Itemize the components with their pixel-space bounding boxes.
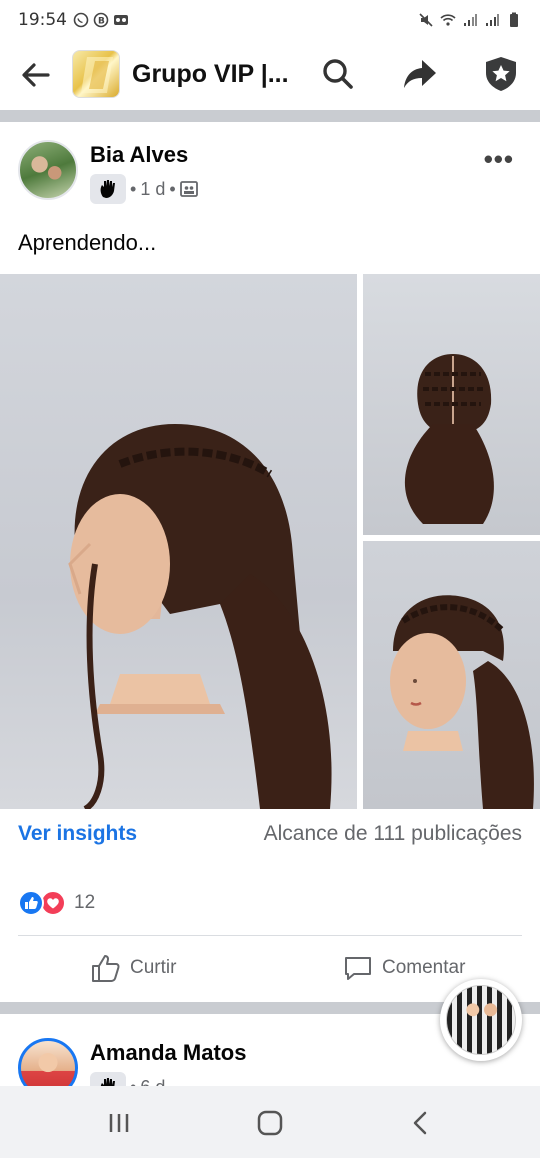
- post-text: Aprendendo...: [18, 230, 157, 255]
- app-bar: Grupo VIP |...: [0, 40, 540, 110]
- more-options-icon[interactable]: •••: [484, 144, 514, 175]
- member-badge-icon[interactable]: [90, 174, 126, 204]
- svg-text:B: B: [98, 17, 105, 27]
- battery-icon: [510, 12, 518, 27]
- post-author[interactable]: Bia Alves: [90, 142, 188, 168]
- like-button[interactable]: Curtir: [90, 952, 176, 984]
- meta-separator: •: [169, 178, 176, 199]
- back-arrow-icon[interactable]: [18, 57, 54, 93]
- post-photo[interactable]: [363, 274, 540, 535]
- post-author[interactable]: Amanda Matos: [90, 1040, 246, 1066]
- post-divider: [18, 935, 522, 936]
- post-photo[interactable]: [363, 541, 540, 809]
- reactions-summary[interactable]: 12: [18, 890, 95, 916]
- post-reach: Alcance de 111 publicações: [263, 822, 522, 845]
- signal-icon: [486, 14, 499, 26]
- author-avatar[interactable]: [18, 140, 78, 200]
- photo-grid: [0, 274, 540, 809]
- share-icon[interactable]: [400, 54, 440, 94]
- mute-icon: [419, 13, 433, 27]
- voicemail-icon: [114, 15, 128, 25]
- recents-icon[interactable]: [102, 1106, 136, 1140]
- chat-head-avatar: [446, 985, 516, 1055]
- post-time[interactable]: 6 d: [140, 1077, 165, 1087]
- like-label: Curtir: [130, 957, 177, 978]
- status-time: 19:54: [18, 10, 67, 30]
- post-time[interactable]: 1 d: [140, 179, 165, 200]
- author-avatar[interactable]: [18, 1038, 78, 1086]
- status-bar: 19:54 B: [0, 0, 540, 40]
- insights-row: Ver insights Alcance de 111 publicações: [18, 822, 522, 846]
- comment-icon: [345, 957, 371, 980]
- reaction-count: 12: [74, 892, 96, 913]
- wifi-icon: [440, 14, 456, 26]
- post-photo[interactable]: [0, 274, 357, 809]
- signal-icon: [464, 14, 477, 26]
- system-nav-bar: [0, 1086, 540, 1158]
- group-title[interactable]: Grupo VIP |...: [132, 60, 289, 89]
- group-cover-thumbnail[interactable]: [72, 50, 120, 98]
- member-badge-icon[interactable]: [90, 1072, 126, 1086]
- post-meta: • 1 d •: [90, 174, 198, 204]
- admin-shield-icon[interactable]: [481, 54, 521, 94]
- privacy-group-icon: [179, 181, 198, 197]
- home-icon[interactable]: [253, 1106, 287, 1140]
- thumbs-up-icon: [92, 955, 120, 982]
- comment-button[interactable]: Comentar: [342, 952, 465, 984]
- post-meta: • 6 d: [90, 1072, 165, 1086]
- feed-divider: [0, 110, 540, 122]
- search-icon[interactable]: [318, 54, 358, 94]
- meta-separator: •: [130, 1077, 136, 1087]
- b-icon: B: [93, 12, 109, 28]
- view-insights-link[interactable]: Ver insights: [18, 822, 137, 846]
- meta-separator: •: [130, 178, 137, 199]
- chat-head-bubble[interactable]: [440, 979, 522, 1061]
- back-nav-icon[interactable]: [404, 1106, 438, 1140]
- like-reaction-icon: [18, 890, 44, 916]
- whatsapp-icon: [73, 12, 89, 28]
- comment-label: Comentar: [382, 957, 466, 978]
